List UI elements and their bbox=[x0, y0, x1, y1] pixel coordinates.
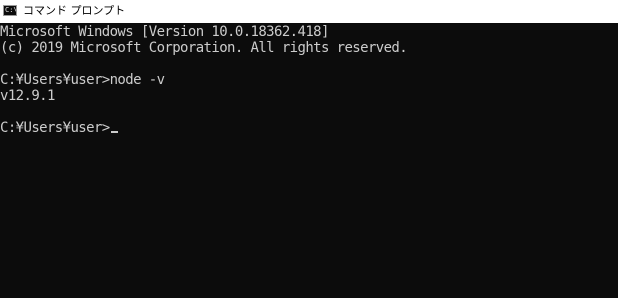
window-title: コマンド プロンプト bbox=[23, 4, 126, 17]
prompt-line[interactable]: C:¥Users¥user> bbox=[0, 120, 118, 136]
console-line: (c) 2019 Microsoft Corporation. All righ… bbox=[0, 40, 408, 56]
console-line: Microsoft Windows [Version 10.0.18362.41… bbox=[0, 24, 329, 40]
command-prompt-window: C:\ コマンド プロンプト Microsoft Windows [Versio… bbox=[0, 0, 618, 298]
title-bar[interactable]: C:\ コマンド プロンプト bbox=[0, 0, 618, 23]
text-cursor bbox=[110, 131, 118, 133]
prompt-text: C:¥Users¥user> bbox=[0, 120, 110, 136]
console-line: v12.9.1 bbox=[0, 88, 55, 104]
console-line: C:¥Users¥user>node -v bbox=[0, 72, 165, 88]
cmd-icon: C:\ bbox=[3, 5, 17, 16]
console-output[interactable]: Microsoft Windows [Version 10.0.18362.41… bbox=[0, 23, 618, 298]
